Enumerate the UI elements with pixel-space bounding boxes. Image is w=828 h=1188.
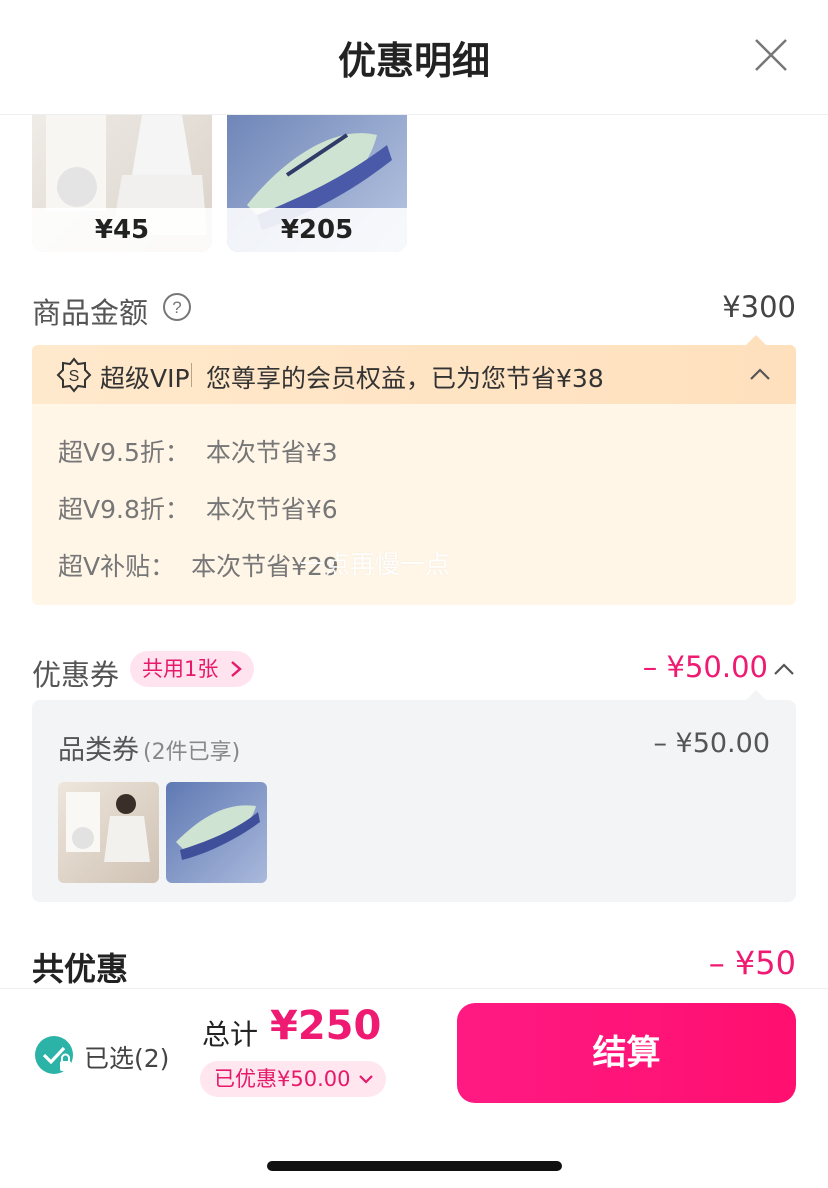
total-discount-label: 共优惠 (32, 950, 129, 988)
checkout-button[interactable]: 结算 (457, 1003, 796, 1103)
product-image-bra (66, 792, 150, 862)
coupon-box-caret (744, 690, 768, 702)
category-coupon-sub: (2件已享) (143, 740, 241, 765)
close-icon[interactable] (752, 36, 790, 74)
chevron-right-icon (231, 661, 243, 677)
chevron-up-icon[interactable] (772, 658, 796, 682)
vip-divider (191, 363, 192, 387)
coupon-product-thumb-bra[interactable] (58, 782, 159, 883)
category-coupon-value: – ¥50.00 (653, 728, 770, 759)
checkout-bar: 已选(2) 总计 ¥250 已优惠¥50.00 结算 (0, 988, 828, 1188)
vip-benefit-header[interactable]: S 超级VIP 您尊享的会员权益，已为您节省¥38 (32, 345, 796, 404)
discount-summary-text: 已优惠¥50.00 (214, 1067, 351, 1091)
product-price: ¥205 (227, 208, 407, 252)
vip-badge-icon: S (56, 357, 92, 393)
help-icon[interactable]: ? (162, 292, 192, 322)
svg-text:S: S (69, 368, 80, 385)
chevron-down-icon (359, 1075, 374, 1084)
vip-line: 超V9.5折： 本次节省¥3 (58, 433, 338, 469)
select-all-checkbox-icon[interactable] (34, 1035, 74, 1075)
category-coupon-label: 品类券 (2件已享) (58, 728, 240, 767)
chevron-up-icon[interactable] (748, 363, 772, 387)
vip-line-label: 超V9.8折： (58, 495, 190, 524)
sheet-title: 优惠明细 (337, 39, 490, 83)
category-coupon-name: 品类券 (58, 735, 139, 766)
coupon-row: 优惠券 共用1张 – ¥50.00 (32, 648, 796, 694)
vip-line-label: 超V补贴： (58, 552, 176, 581)
goods-amount-value: ¥300 (722, 290, 796, 324)
coupon-value: – ¥50.00 (642, 650, 768, 684)
vip-line: 超V9.8折： 本次节省¥6 (58, 490, 338, 526)
product-thumb-bra[interactable]: ¥45 (32, 115, 212, 252)
vip-brand-label: 超级VIP (100, 364, 190, 393)
coupon-product-thumb-shoe[interactable] (166, 782, 267, 883)
vip-line-save: 本次节省¥6 (205, 495, 338, 524)
total-value: ¥250 (270, 1003, 382, 1049)
coupon-count-tag[interactable]: 共用1张 (130, 651, 255, 687)
goods-amount-label: 商品金额 (32, 296, 149, 330)
product-price: ¥45 (32, 208, 212, 252)
coupon-label: 优惠券 (32, 658, 120, 692)
discount-summary-pill[interactable]: 已优惠¥50.00 (200, 1061, 387, 1097)
discount-detail-sheet: 优惠明细 ¥45 ¥205 商品金额 ? ¥300 S 超级VIP 您尊享的会员… (0, 0, 828, 1188)
goods-amount-row: 商品金额 ? ¥300 (32, 288, 796, 332)
total-label: 总计 (202, 1018, 259, 1051)
overlay-watermark: 一点再慢一点 (300, 550, 451, 579)
selected-count: 已选(2) (84, 1044, 170, 1073)
total-discount-value: – ¥50 (708, 944, 796, 982)
product-thumb-shoe[interactable]: ¥205 (227, 115, 407, 252)
sheet-header: 优惠明细 (0, 0, 828, 115)
home-indicator (267, 1161, 562, 1171)
vip-line: 超V补贴： 本次节省¥29 (58, 547, 339, 583)
total-discount-row: 共优惠 – ¥50 (32, 944, 796, 988)
product-image-shoe (176, 805, 260, 860)
vip-message: 您尊享的会员权益，已为您节省¥38 (206, 364, 604, 393)
vip-line-label: 超V9.5折： (58, 438, 190, 467)
vip-line-save: 本次节省¥3 (205, 438, 338, 467)
svg-text:?: ? (172, 298, 181, 317)
coupon-count-text: 共用1张 (142, 657, 219, 681)
coupon-detail-box: 品类券 (2件已享) – ¥50.00 (32, 690, 796, 902)
